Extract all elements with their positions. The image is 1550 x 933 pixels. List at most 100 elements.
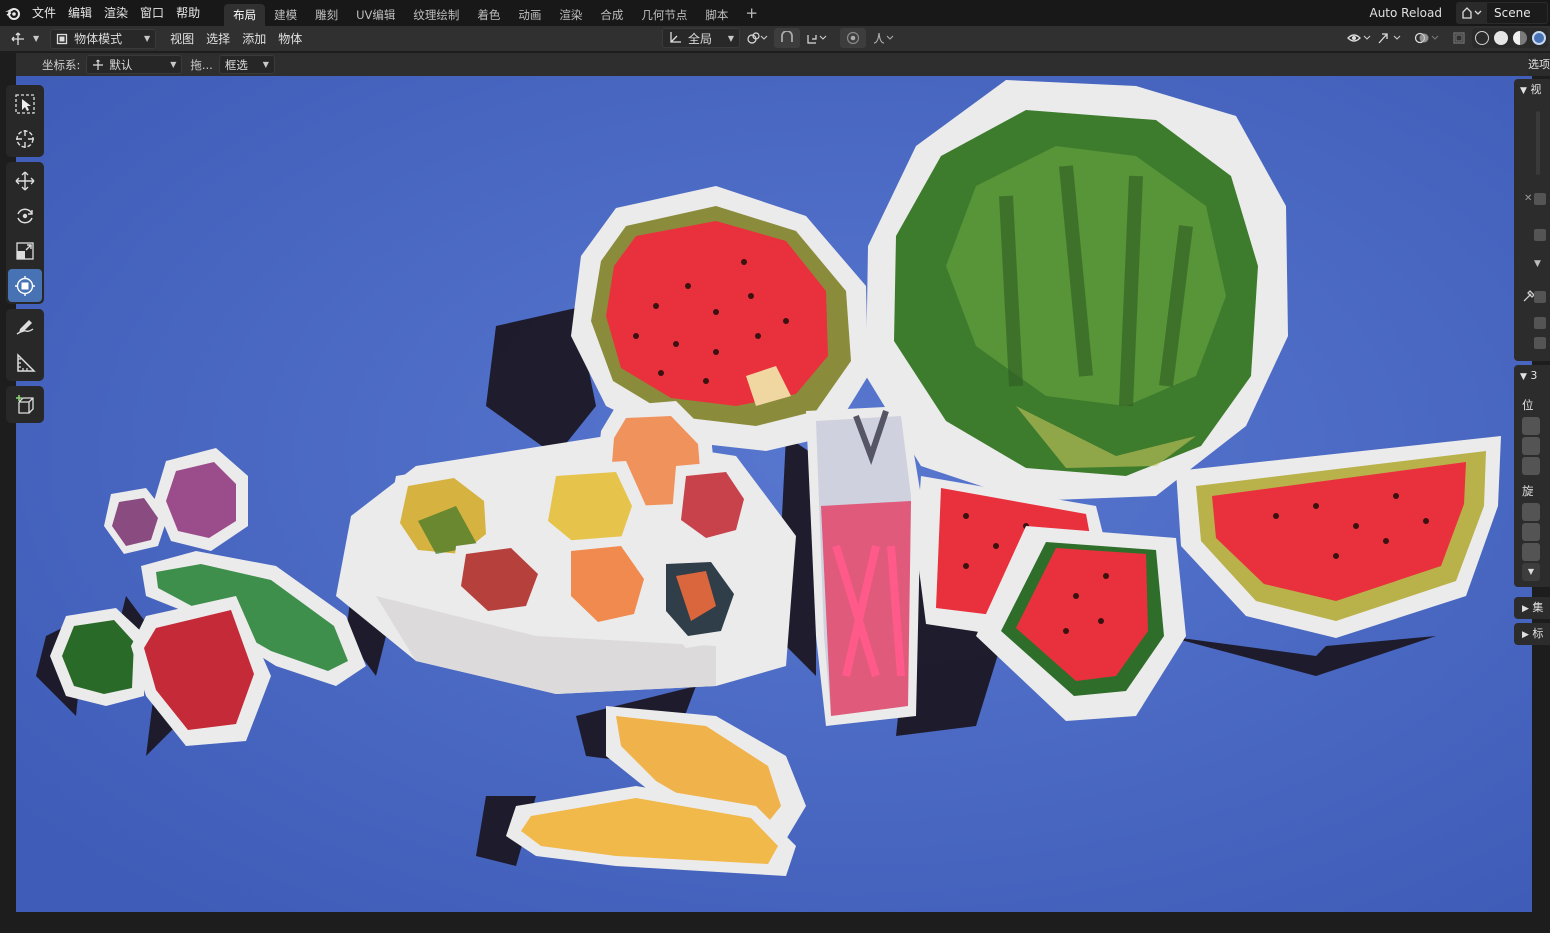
object-mode-select[interactable]: 物体模式 ▼ [50, 28, 157, 49]
rotation-z-field[interactable] [1522, 543, 1540, 561]
orientation-icon [670, 32, 681, 43]
annotate-icon [16, 319, 34, 335]
view-panel-header[interactable]: ▼ 视 [1514, 79, 1550, 102]
tab-texture-paint[interactable]: 纹理绘制 [404, 4, 468, 26]
tool-shelf [6, 85, 44, 428]
annotation-tab[interactable]: ▶ 标 [1514, 623, 1550, 645]
menu-select[interactable]: 选择 [200, 30, 236, 47]
falloff-icon[interactable] [870, 28, 896, 48]
rendered-shading-icon[interactable] [1531, 31, 1546, 45]
sidebar-panel: ▼ 视 ✕ ▼ ▼ 3 位 旋 ▼ ▶ 集 ▶ 标 [1514, 79, 1550, 909]
location-z-field[interactable] [1522, 457, 1540, 475]
view-toggle-5[interactable] [1534, 337, 1546, 349]
select-mode-select[interactable]: 框选 ▼ [218, 55, 275, 74]
view-field-2[interactable] [1536, 137, 1540, 175]
transform-icon [15, 275, 35, 296]
view-toggle-2[interactable] [1534, 229, 1546, 241]
move-icon [15, 171, 35, 190]
main-menu: 文件 编辑 渲染 窗口 帮助 [26, 0, 206, 26]
bottom-strip [0, 912, 1550, 933]
view-expand-icon[interactable]: ▼ [1534, 259, 1541, 269]
tab-modeling[interactable]: 建模 [265, 4, 306, 26]
location-label: 位 [1522, 398, 1534, 412]
clear-x-icon[interactable]: ✕ [1524, 193, 1532, 204]
viewport-right-controls [1346, 28, 1548, 48]
rotation-x-field[interactable] [1522, 503, 1540, 521]
tool-group-add [6, 386, 44, 423]
visibility-icon[interactable] [1346, 28, 1372, 48]
viewport-header: ▼ 物体模式 ▼ 视图 选择 添加 物体 全局 ▼ [0, 26, 1550, 51]
annotate-tool[interactable] [8, 311, 42, 344]
transform-orientation-icon [93, 59, 104, 70]
proportional-edit-icon[interactable] [840, 28, 866, 48]
snap-target-icon[interactable] [804, 28, 830, 48]
tab-scripting[interactable]: 脚本 [696, 4, 737, 26]
tool-group-annotate [6, 309, 44, 381]
collection-tab[interactable]: ▶ 集 [1514, 597, 1550, 619]
add-cube-tool[interactable] [8, 388, 42, 421]
menu-window[interactable]: 窗口 [134, 0, 170, 26]
view-toggle-4[interactable] [1534, 317, 1546, 329]
move-tool[interactable] [8, 164, 42, 197]
rotation-label: 旋 [1522, 484, 1534, 498]
menu-help[interactable]: 帮助 [170, 0, 206, 26]
tab-layout[interactable]: 布局 [224, 4, 266, 26]
tab-shading[interactable]: 着色 [468, 4, 509, 26]
snap-icon[interactable] [774, 28, 800, 48]
menu-render[interactable]: 渲染 [98, 0, 134, 26]
auto-reload-label[interactable]: Auto Reload [1369, 6, 1442, 20]
xray-icon[interactable] [1448, 28, 1470, 48]
editor-type-button[interactable]: ▼ [6, 29, 44, 49]
add-cube-icon [16, 394, 34, 414]
wireframe-shading-icon[interactable] [1474, 31, 1489, 45]
rotation-y-field[interactable] [1522, 523, 1540, 541]
menu-view[interactable]: 视图 [164, 30, 200, 47]
tab-geometry-nodes[interactable]: 几何节点 [632, 4, 696, 26]
solid-shading-icon[interactable] [1493, 31, 1508, 45]
scene-name-field[interactable]: Scene [1486, 2, 1548, 24]
transform-tool[interactable] [8, 269, 42, 302]
drag-label[interactable]: 拖... [190, 57, 212, 73]
select-mode-value: 框选 [224, 57, 248, 72]
scale-tool[interactable] [8, 234, 42, 267]
measure-tool[interactable] [8, 346, 42, 379]
editor-type-icon [11, 32, 24, 45]
select-box-tool[interactable] [8, 87, 42, 120]
tab-animation[interactable]: 动画 [509, 4, 550, 26]
material-shading-icon[interactable] [1512, 31, 1527, 45]
add-workspace-button[interactable]: + [737, 0, 766, 26]
coordinate-system-value: 默认 [109, 57, 133, 72]
pivot-icon[interactable] [744, 28, 770, 48]
whole-watermelon [866, 80, 1288, 501]
menu-object[interactable]: 物体 [272, 30, 308, 47]
transform-panel-header[interactable]: ▼ 3 [1514, 365, 1550, 388]
tab-compositing[interactable]: 合成 [591, 4, 632, 26]
coordinate-system-select[interactable]: 默认 ▼ [86, 55, 183, 74]
collection-tab-label: 集 [1532, 601, 1544, 614]
scene-browse-icon[interactable] [1456, 2, 1486, 24]
cursor-tool[interactable] [8, 122, 42, 155]
annotation-tab-label: 标 [1532, 627, 1544, 640]
drink-glass [806, 406, 921, 726]
3d-viewport[interactable] [16, 76, 1532, 912]
tool-group-transform [6, 162, 44, 304]
location-x-field[interactable] [1522, 417, 1540, 435]
tab-sculpting[interactable]: 雕刻 [306, 4, 347, 26]
rotate-tool[interactable] [8, 199, 42, 232]
menu-add[interactable]: 添加 [236, 30, 272, 47]
rotation-mode-dropdown[interactable]: ▼ [1522, 563, 1540, 581]
location-y-field[interactable] [1522, 437, 1540, 455]
tab-uv-editing[interactable]: UV编辑 [347, 4, 404, 26]
tab-rendering[interactable]: 渲染 [550, 4, 591, 26]
options-button[interactable]: 选项 [1528, 53, 1550, 76]
overlays-icon[interactable] [1412, 28, 1442, 48]
view-toggle-3[interactable] [1534, 291, 1546, 303]
orientation-select[interactable]: 全局 ▼ [662, 28, 740, 48]
view-toggle-1[interactable] [1534, 193, 1546, 205]
viewport-render [16, 76, 1532, 912]
menu-file[interactable]: 文件 [26, 0, 62, 26]
menu-edit[interactable]: 编辑 [62, 0, 98, 26]
measure-icon [17, 352, 36, 372]
blender-logo-icon[interactable] [0, 0, 26, 26]
gizmo-icon[interactable] [1374, 28, 1404, 48]
